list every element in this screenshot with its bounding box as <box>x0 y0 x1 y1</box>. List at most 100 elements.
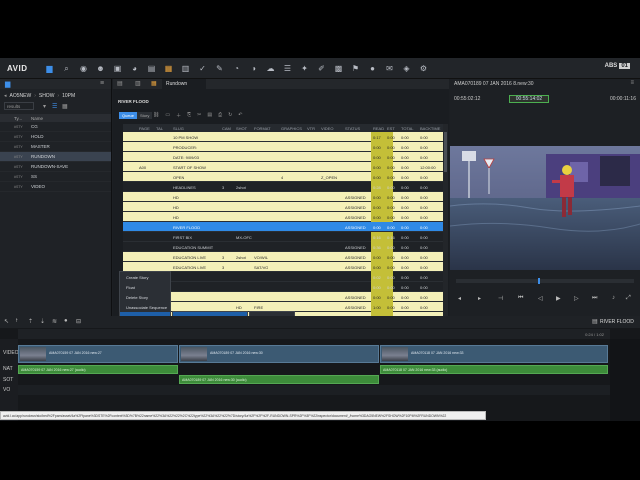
compass-icon[interactable]: ✦ <box>299 63 310 74</box>
cell-read[interactable]: 0:00 <box>373 295 381 300</box>
cell-back[interactable]: 0:00 <box>420 175 428 180</box>
mark-in-icon[interactable]: ◂ <box>458 295 461 302</box>
menu-item-delete-story[interactable]: Delete Story <box>120 292 170 302</box>
check-icon[interactable]: ✓ <box>197 63 208 74</box>
menu-item-float[interactable]: Float <box>120 282 170 292</box>
cell-back[interactable]: 0:00 <box>420 255 428 260</box>
audio-icon[interactable]: ♪ <box>612 295 615 301</box>
cell-est[interactable]: 0:16 <box>387 235 395 240</box>
cell-back[interactable]: 0:00 <box>420 275 428 280</box>
cell-read[interactable]: 1:00 <box>373 305 381 310</box>
rundown-row[interactable]: 0:00 0:00 0:00 0:00 <box>123 282 443 292</box>
rundown-row[interactable]: OPEN 4 Z_OPEN 0:00 0:00 0:00 0:00 <box>123 172 443 182</box>
rundown-row[interactable]: HD ASSIGNED 0:00 0:00 0:00 0:00 <box>123 212 443 222</box>
cell-est[interactable]: 0:00 <box>387 165 395 170</box>
link-icon[interactable]: ⛓ <box>153 112 159 119</box>
split-icon[interactable]: ▥ <box>135 80 141 87</box>
cell-slug[interactable]: PRODUCER: <box>173 145 197 150</box>
cell-total[interactable]: 0:00 <box>401 165 409 170</box>
breadcrumb-nav-icon[interactable]: ◂ <box>4 93 7 99</box>
cell-est[interactable]: 0:00 <box>387 145 395 150</box>
cell-graphics[interactable]: 4 <box>281 175 283 180</box>
cell-slug[interactable]: EDUCATION LIVE <box>173 265 206 270</box>
cell-slug[interactable]: OPEN <box>173 175 184 180</box>
history-icon[interactable]: ◔ <box>231 63 242 74</box>
viewer-menu-icon[interactable]: ≡ <box>630 80 634 86</box>
sequence-icon[interactable]: ▥ <box>180 63 191 74</box>
breadcrumb-item[interactable]: AO5NEW <box>10 93 32 99</box>
copy-icon[interactable]: ⎘ <box>187 112 191 119</box>
list-item[interactable]: #STY SS <box>0 172 111 182</box>
cell-read[interactable]: 0:00 <box>373 195 381 200</box>
play-icon[interactable]: ▶ <box>556 295 561 302</box>
cell-read[interactable]: 0:00 <box>373 285 381 290</box>
cell-est[interactable]: 0:00 <box>387 155 395 160</box>
cell-est[interactable]: 0:00 <box>387 255 395 260</box>
cell-slug[interactable]: EDUCATION SUMMIT <box>173 245 213 250</box>
menu-item-unassociate-sequence[interactable]: Unassociate Sequence <box>120 302 170 312</box>
rundown-row-selected[interactable]: RIVER FLOOD ASSIGNED 0:00 0:00 0:00 0:00 <box>123 222 443 232</box>
rundown-row[interactable]: HD ASSIGNED 0:00 0:00 0:00 0:00 <box>123 202 443 212</box>
rundown-scrollbar[interactable] <box>443 124 448 334</box>
lift-icon[interactable]: ⇡ <box>28 318 33 325</box>
rundown-row[interactable]: FIRST BIX MX-OFC 0:16 0:16 0:00 0:00 <box>123 232 443 242</box>
cell-status[interactable]: ASSIGNED <box>345 215 366 220</box>
split-clip-icon[interactable]: ⟊ <box>16 318 18 325</box>
cell-read[interactable]: 0:00 <box>373 205 381 210</box>
edit-icon[interactable]: ✎ <box>214 63 225 74</box>
viewer-scrubber[interactable] <box>456 278 634 284</box>
cell-est[interactable]: 0:00 <box>387 275 395 280</box>
eye-icon[interactable]: ◉ <box>78 63 89 74</box>
cell-read[interactable]: 0:36 <box>373 245 381 250</box>
clear-marks-icon[interactable]: ⊣ <box>498 295 503 302</box>
rundown-row[interactable]: HD ASSIGNED 0:00 0:00 0:00 0:00 <box>123 192 443 202</box>
search-icon[interactable]: ⌕ <box>61 63 72 74</box>
filter-icon[interactable]: ▾ <box>43 103 46 110</box>
browse-folder-icon[interactable]: ▆ <box>5 80 10 88</box>
paint-icon[interactable]: ✐ <box>316 63 327 74</box>
gauge-icon[interactable]: ◑ <box>248 63 259 74</box>
track-label-video[interactable]: VIDEO <box>3 350 19 356</box>
story-toggle[interactable]: Story <box>137 112 153 119</box>
video-clip[interactable]: AMA070189 07 JAN 2016 new:30 <box>179 345 379 363</box>
cell-back[interactable]: 12:00:00 <box>420 165 436 170</box>
cell-back[interactable]: 0:00 <box>420 235 428 240</box>
cell-back[interactable]: 0:00 <box>420 185 428 190</box>
cell-read[interactable]: 0:28 <box>373 185 381 190</box>
cell-read[interactable]: 0:17 <box>373 135 381 140</box>
cell-total[interactable]: 0:00 <box>401 255 409 260</box>
cell-total[interactable]: 0:00 <box>401 195 409 200</box>
cell-cam[interactable]: 3 <box>222 185 224 190</box>
cell-est[interactable]: 0:00 <box>387 175 395 180</box>
cell-slug[interactable]: HD <box>173 215 179 220</box>
story-icon[interactable]: ▭ <box>165 112 170 119</box>
message-icon[interactable]: ✉ <box>384 63 395 74</box>
track-label-nat[interactable]: NAT <box>3 366 13 372</box>
folder-icon[interactable]: ▆ <box>44 63 55 74</box>
undo-icon[interactable]: ↶ <box>238 112 242 119</box>
breadcrumb-item[interactable]: 10PM <box>62 93 75 99</box>
cell-total[interactable]: 0:00 <box>401 225 409 230</box>
cloud-icon[interactable]: ☁ <box>265 63 276 74</box>
cell-est[interactable]: 0:00 <box>387 265 395 270</box>
cell-slug[interactable]: HD <box>173 195 179 200</box>
video-clip[interactable]: AMA070159 07 JAN 2016 new:27 <box>18 345 178 363</box>
cut-icon[interactable]: ✂ <box>197 112 201 119</box>
cell-read[interactable]: 0:16 <box>373 235 381 240</box>
cell-total[interactable]: 0:00 <box>401 285 409 290</box>
cell-total[interactable]: 0:00 <box>401 155 409 160</box>
print-icon[interactable]: ⎙ <box>218 112 222 119</box>
cell-status[interactable]: ASSIGNED <box>345 255 366 260</box>
video-clip[interactable]: AMA070118 07 JAN 2016 new:33 <box>380 345 608 363</box>
list-item[interactable]: #STY RUNDOWN-SAVE <box>0 162 111 172</box>
rundown-row[interactable]: A00 START OF SHOW 0:00 0:00 0:00 12:00:00 <box>123 162 443 172</box>
audio-mix-icon[interactable]: ≋ <box>52 318 57 325</box>
cell-shot[interactable]: MX-OFC <box>236 235 252 240</box>
grid-icon[interactable]: ▩ <box>333 63 344 74</box>
cell-status[interactable]: ASSIGNED <box>345 225 366 230</box>
cell-read[interactable]: 0:00 <box>373 225 381 230</box>
mic-icon[interactable]: ● <box>367 63 378 74</box>
layout-icon[interactable]: ▤ <box>117 80 123 87</box>
audio-clip-nat[interactable]: AMA070159 07 JAN 2016 new:27 (audio) <box>18 365 178 374</box>
cell-back[interactable]: 0:00 <box>420 145 428 150</box>
